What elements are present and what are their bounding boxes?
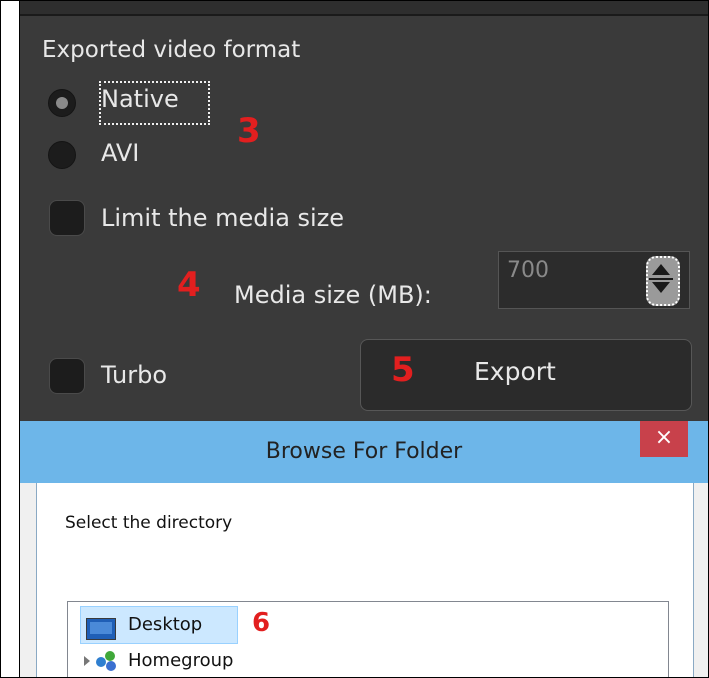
turbo-checkbox[interactable]: [49, 358, 85, 394]
limit-size-label[interactable]: Limit the media size: [101, 204, 344, 232]
screenshot-frame: Exported video format Native AVI 3 Limit…: [0, 0, 709, 678]
tree-item-desktop[interactable]: Desktop: [128, 614, 202, 644]
media-size-label: Media size (MB):: [234, 281, 432, 309]
radio-native[interactable]: [48, 89, 76, 117]
radio-avi[interactable]: [48, 141, 76, 169]
tree-item-homegroup[interactable]: Homegroup: [128, 650, 233, 677]
close-icon: ×: [654, 425, 674, 450]
instruction-text: Select the directory: [65, 513, 233, 533]
expand-arrow-icon[interactable]: [84, 656, 90, 666]
panel-divider: [20, 14, 708, 16]
radio-native-label[interactable]: Native: [101, 85, 179, 113]
media-size-spinbox[interactable]: 700: [498, 251, 690, 309]
homegroup-icon: [96, 651, 120, 671]
browse-folder-dialog: Browse For Folder × Select the directory…: [20, 421, 708, 677]
desktop-icon: [86, 618, 116, 640]
export-button[interactable]: 5 Export: [360, 339, 692, 411]
annotation-step-3: 3: [237, 111, 261, 151]
homegroup-icon-part: [105, 651, 115, 661]
desktop-icon-screen: [90, 622, 112, 634]
dialog-titlebar[interactable]: Browse For Folder ×: [20, 421, 708, 483]
spin-separator: [649, 278, 673, 280]
annotation-step-6: 6: [252, 608, 271, 638]
media-size-value[interactable]: 700: [507, 258, 549, 283]
dialog-body: Select the directory Desktop 6 Homegroup: [36, 483, 694, 677]
section-title: Exported video format: [42, 37, 301, 63]
annotation-step-5: 5: [391, 350, 415, 390]
turbo-label[interactable]: Turbo: [101, 361, 167, 389]
dialog-content: Select the directory Desktop 6 Homegroup: [37, 483, 693, 677]
radio-avi-label[interactable]: AVI: [101, 139, 139, 167]
radio-selected-dot: [56, 97, 68, 109]
dialog-title: Browse For Folder: [265, 439, 463, 464]
homegroup-icon-part: [106, 661, 116, 671]
folder-tree[interactable]: Desktop 6 Homegroup: [67, 601, 669, 677]
export-button-label: Export: [474, 357, 556, 386]
homegroup-icon-part: [96, 657, 106, 667]
left-margin: [1, 1, 20, 677]
annotation-step-4: 4: [177, 265, 201, 305]
close-button[interactable]: ×: [640, 421, 688, 457]
spin-up-icon[interactable]: [652, 264, 670, 275]
limit-size-checkbox[interactable]: [49, 200, 85, 236]
spin-buttons[interactable]: [643, 254, 681, 306]
spin-down-icon[interactable]: [652, 282, 670, 293]
export-panel: Exported video format Native AVI 3 Limit…: [20, 1, 708, 421]
